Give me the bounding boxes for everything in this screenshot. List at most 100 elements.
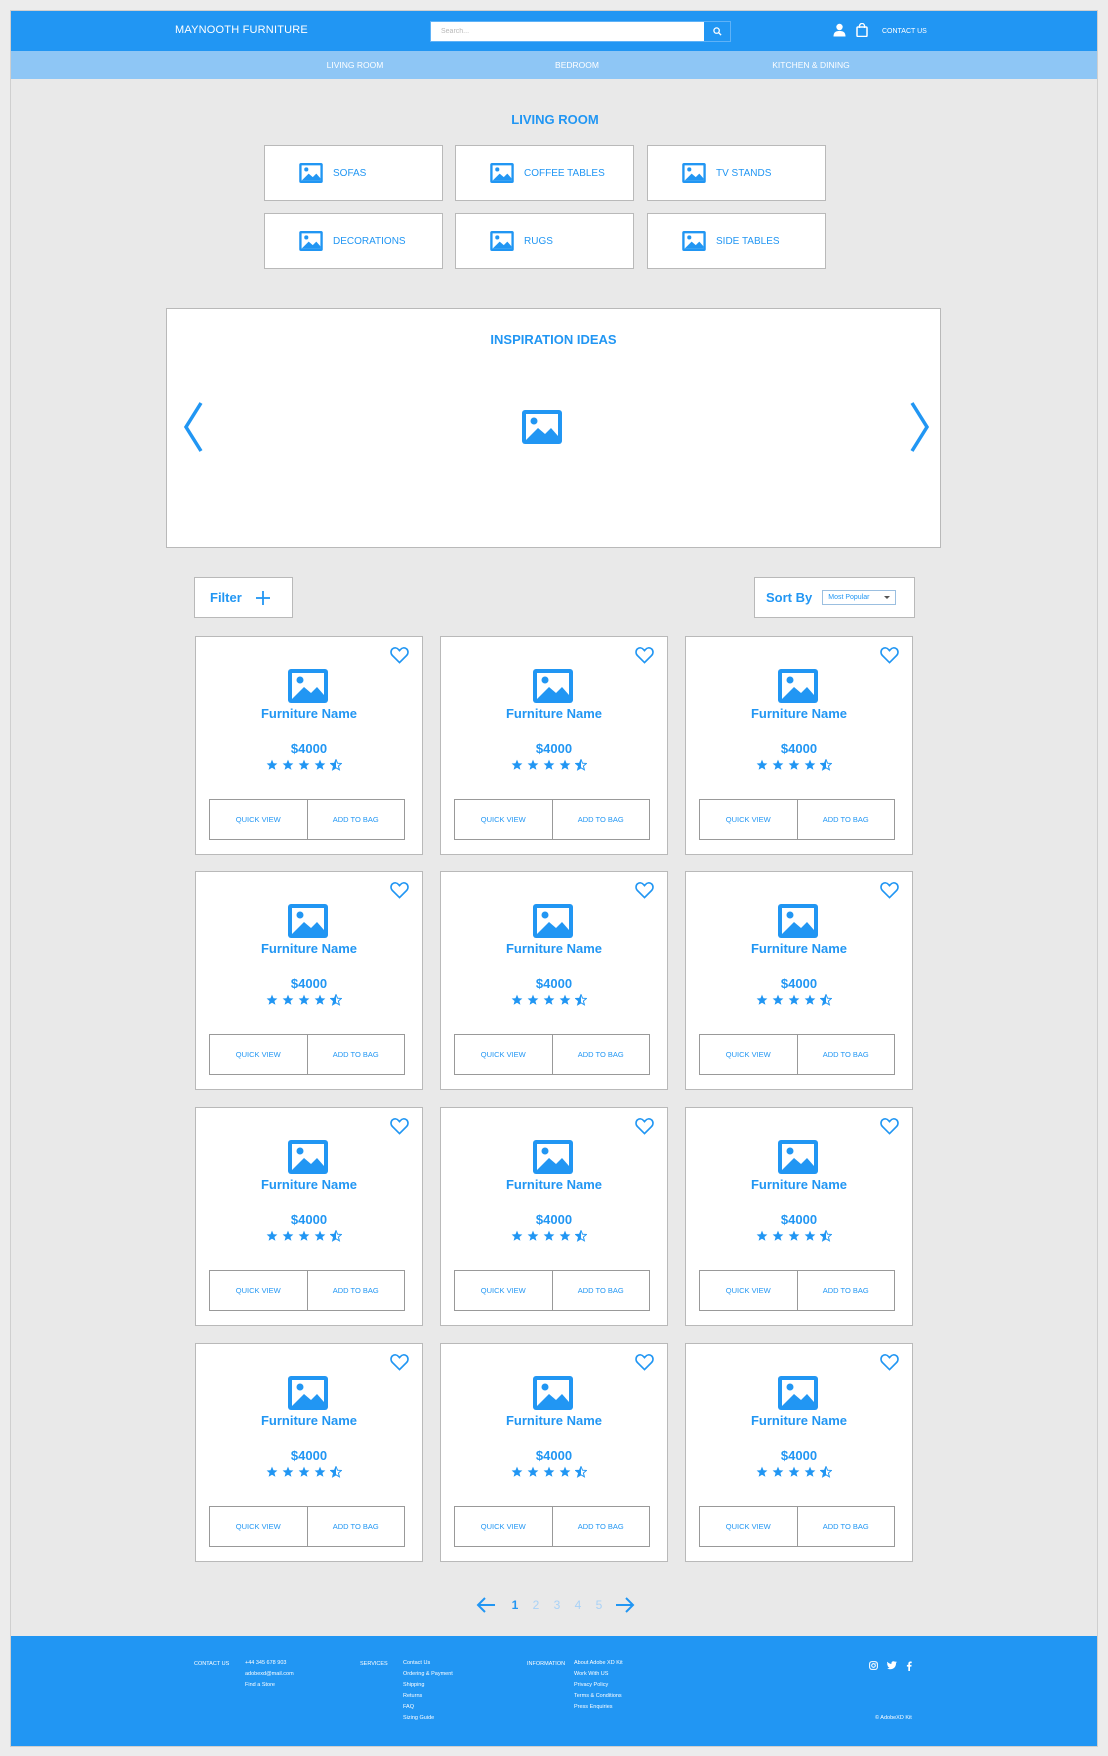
footer-link[interactable]: Privacy Policy (574, 1680, 623, 1691)
footer-link[interactable]: Ordering & Payment (403, 1669, 453, 1680)
instagram-icon[interactable] (869, 1661, 878, 1670)
twitter-icon[interactable] (887, 1661, 897, 1670)
nav-item-living-room[interactable]: LIVING ROOM (275, 60, 435, 70)
product-card[interactable]: Furniture Name $4000 QUICK VIEW ADD TO BAG (685, 1107, 913, 1326)
quick-view-button[interactable]: QUICK VIEW (700, 1271, 797, 1310)
product-name[interactable]: Furniture Name (686, 1413, 912, 1428)
add-to-bag-button[interactable]: ADD TO BAG (306, 800, 405, 839)
product-image[interactable] (778, 669, 818, 708)
product-image[interactable] (778, 1376, 818, 1415)
wishlist-button[interactable] (635, 647, 654, 669)
page-1-button[interactable]: 1 (505, 1598, 526, 1612)
wishlist-button[interactable] (390, 882, 409, 904)
add-to-bag-button[interactable]: ADD TO BAG (796, 1507, 895, 1546)
product-image[interactable] (288, 1376, 328, 1415)
product-name[interactable]: Furniture Name (686, 706, 912, 721)
product-image[interactable] (288, 669, 328, 708)
add-to-bag-button[interactable]: ADD TO BAG (551, 1271, 650, 1310)
footer-find-store[interactable]: Find a Store (245, 1680, 294, 1691)
add-to-bag-button[interactable]: ADD TO BAG (796, 800, 895, 839)
nav-item-bedroom[interactable]: BEDROOM (497, 60, 657, 70)
carousel-next-button[interactable] (908, 399, 932, 455)
add-to-bag-button[interactable]: ADD TO BAG (796, 1271, 895, 1310)
footer-email[interactable]: adobexd@mail.com (245, 1669, 294, 1680)
next-page-button[interactable] (614, 1595, 636, 1615)
footer-link[interactable]: Terms & Conditions (574, 1691, 623, 1702)
wishlist-button[interactable] (635, 882, 654, 904)
product-card[interactable]: Furniture Name $4000 QUICK VIEW ADD TO BAG (195, 1107, 423, 1326)
quick-view-button[interactable]: QUICK VIEW (210, 1271, 307, 1310)
add-to-bag-button[interactable]: ADD TO BAG (306, 1507, 405, 1546)
product-name[interactable]: Furniture Name (196, 1177, 422, 1192)
wishlist-button[interactable] (880, 647, 899, 669)
carousel-prev-button[interactable] (181, 399, 205, 455)
shopping-bag-button[interactable] (856, 23, 868, 37)
add-to-bag-button[interactable]: ADD TO BAG (796, 1035, 895, 1074)
quick-view-button[interactable]: QUICK VIEW (210, 1507, 307, 1546)
footer-link[interactable]: FAQ (403, 1702, 453, 1713)
add-to-bag-button[interactable]: ADD TO BAG (306, 1035, 405, 1074)
sort-dropdown[interactable]: Most Popular (822, 590, 897, 605)
wishlist-button[interactable] (390, 647, 409, 669)
quick-view-button[interactable]: QUICK VIEW (210, 1035, 307, 1074)
quick-view-button[interactable]: QUICK VIEW (700, 1035, 797, 1074)
product-name[interactable]: Furniture Name (441, 706, 667, 721)
footer-phone[interactable]: +44 345 678 903 (245, 1658, 294, 1669)
product-name[interactable]: Furniture Name (441, 1413, 667, 1428)
category-tile-tv-stands[interactable]: TV STANDS (647, 145, 826, 201)
page-5-button[interactable]: 5 (589, 1598, 610, 1612)
product-name[interactable]: Furniture Name (196, 706, 422, 721)
quick-view-button[interactable]: QUICK VIEW (455, 1035, 552, 1074)
category-tile-decorations[interactable]: DECORATIONS (264, 213, 443, 269)
product-image[interactable] (533, 904, 573, 943)
product-image[interactable] (288, 904, 328, 943)
product-name[interactable]: Furniture Name (441, 941, 667, 956)
quick-view-button[interactable]: QUICK VIEW (455, 1271, 552, 1310)
footer-link[interactable]: Returns (403, 1691, 453, 1702)
wishlist-button[interactable] (880, 882, 899, 904)
page-4-button[interactable]: 4 (568, 1598, 589, 1612)
category-tile-sofas[interactable]: SOFAS (264, 145, 443, 201)
product-name[interactable]: Furniture Name (686, 941, 912, 956)
product-image[interactable] (533, 669, 573, 708)
product-image[interactable] (778, 904, 818, 943)
quick-view-button[interactable]: QUICK VIEW (210, 800, 307, 839)
quick-view-button[interactable]: QUICK VIEW (455, 1507, 552, 1546)
wishlist-button[interactable] (635, 1354, 654, 1376)
footer-link[interactable]: About Adobe XD Kit (574, 1658, 623, 1669)
nav-item-kitchen-dining[interactable]: KITCHEN & DINING (731, 60, 891, 70)
product-name[interactable]: Furniture Name (686, 1177, 912, 1192)
product-card[interactable]: Furniture Name $4000 QUICK VIEW ADD TO BAG (195, 636, 423, 855)
add-to-bag-button[interactable]: ADD TO BAG (306, 1271, 405, 1310)
product-card[interactable]: Furniture Name $4000 QUICK VIEW ADD TO BAG (440, 636, 668, 855)
prev-page-button[interactable] (475, 1595, 497, 1615)
wishlist-button[interactable] (880, 1118, 899, 1140)
product-image[interactable] (778, 1140, 818, 1179)
add-to-bag-button[interactable]: ADD TO BAG (551, 1507, 650, 1546)
footer-link[interactable]: Shipping (403, 1680, 453, 1691)
page-3-button[interactable]: 3 (547, 1598, 568, 1612)
footer-link[interactable]: Sizing Guide (403, 1713, 453, 1724)
category-tile-coffee-tables[interactable]: COFFEE TABLES (455, 145, 634, 201)
footer-link[interactable]: Press Enquiries (574, 1702, 623, 1713)
add-to-bag-button[interactable]: ADD TO BAG (551, 800, 650, 839)
footer-link[interactable]: Work With US (574, 1669, 623, 1680)
quick-view-button[interactable]: QUICK VIEW (700, 1507, 797, 1546)
wishlist-button[interactable] (880, 1354, 899, 1376)
product-name[interactable]: Furniture Name (196, 1413, 422, 1428)
product-card[interactable]: Furniture Name $4000 QUICK VIEW ADD TO BAG (685, 636, 913, 855)
quick-view-button[interactable]: QUICK VIEW (700, 800, 797, 839)
product-card[interactable]: Furniture Name $4000 QUICK VIEW ADD TO BAG (685, 1343, 913, 1562)
product-image[interactable] (288, 1140, 328, 1179)
quick-view-button[interactable]: QUICK VIEW (455, 800, 552, 839)
wishlist-button[interactable] (390, 1118, 409, 1140)
category-tile-rugs[interactable]: RUGS (455, 213, 634, 269)
product-card[interactable]: Furniture Name $4000 QUICK VIEW ADD TO BAG (685, 871, 913, 1090)
filter-button[interactable]: Filter (194, 577, 293, 618)
product-name[interactable]: Furniture Name (196, 941, 422, 956)
search-button[interactable] (703, 22, 730, 41)
product-card[interactable]: Furniture Name $4000 QUICK VIEW ADD TO BAG (195, 871, 423, 1090)
contact-us-link[interactable]: CONTACT US (882, 28, 927, 35)
category-tile-side-tables[interactable]: SIDE TABLES (647, 213, 826, 269)
search-input[interactable] (431, 22, 703, 41)
